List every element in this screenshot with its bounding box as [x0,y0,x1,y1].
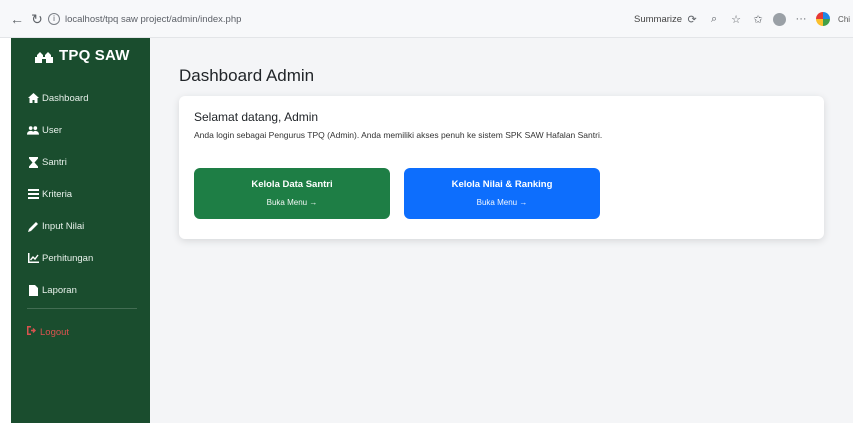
welcome-heading: Selamat datang, Admin [194,110,319,124]
kelola-nilai-ranking-button[interactable]: Kelola Nilai & Ranking Buka Menu → [404,168,600,219]
tile-subtitle: Buka Menu → [476,198,528,207]
sidebar-item-kriteria[interactable]: Kriteria [27,178,93,210]
favorites-icon[interactable]: ✩ [751,12,765,26]
sidebar-item-label: Dashboard [42,92,89,104]
logout-label: Logout [40,326,70,338]
summarize-icon: ⟳ [687,13,697,26]
sidebar-item-label: Santri [42,156,67,168]
sidebar-item-dashboard[interactable]: Dashboard [27,82,93,114]
welcome-description: Anda login sebagai Pengurus TPQ (Admin).… [194,130,603,140]
browser-tools: Summarize ⟳ ⌕ ☆ ✩ ··· Chi [634,9,850,29]
sidebar-item-label: Kriteria [42,188,73,200]
summarize-label: Summarize [634,13,683,25]
sidebar-divider [27,308,137,309]
hourglass-icon [27,156,39,168]
chart-icon [27,252,39,264]
logout-icon [27,326,37,338]
sidebar-item-label: User [42,124,63,136]
home-icon [27,92,39,104]
copilot-icon[interactable] [816,12,831,26]
sidebar-menu: Dashboard User Santri Kriteria Input Nil… [27,82,93,306]
users-icon [27,124,39,136]
sidebar-item-label: Laporan [42,284,77,296]
main-content: Dashboard Admin Selamat datang, Admin An… [150,38,853,423]
address-bar[interactable]: i localhost/tpq saw project/admin/index.… [48,9,622,29]
page-title: Dashboard Admin [179,66,315,85]
summarize-button[interactable]: Summarize ⟳ [634,12,699,26]
sidebar-item-santri[interactable]: Santri [27,146,93,178]
sidebar-item-user[interactable]: User [27,114,93,146]
sidebar: TPQ SAW Dashboard User Santri Kriteria I… [11,38,150,423]
reload-icon[interactable]: ↻ [26,8,48,30]
sidebar-item-label: Perhitungan [42,252,94,264]
kelola-data-santri-button[interactable]: Kelola Data Santri Buka Menu → [194,168,390,219]
more-icon[interactable]: ··· [794,12,808,26]
logout-link[interactable]: Logout [27,326,69,338]
welcome-card: Selamat datang, Admin Anda login sebagai… [179,96,824,239]
browser-toolbar: ← ↻ i localhost/tpq saw project/admin/in… [0,0,853,38]
sidebar-item-label: Input Nilai [42,220,85,232]
brand[interactable]: TPQ SAW [35,47,130,64]
back-icon[interactable]: ← [6,8,28,30]
profile-avatar[interactable] [773,12,787,26]
url-text: localhost/tpq saw project/admin/index.ph… [65,13,242,25]
pencil-icon [27,220,39,232]
zoom-icon[interactable]: ⌕ [707,12,721,26]
mosque-icon [35,49,53,63]
tile-title: Kelola Data Santri [251,179,333,190]
tile-title: Kelola Nilai & Ranking [451,179,553,190]
sidebar-item-perhitungan[interactable]: Perhitungan [27,242,93,274]
list-icon [27,188,39,200]
brand-label: TPQ SAW [59,47,130,64]
site-info-icon[interactable]: i [48,13,60,25]
favorite-star-icon[interactable]: ☆ [729,12,743,26]
sidebar-item-laporan[interactable]: Laporan [27,274,93,306]
sidebar-item-input-nilai[interactable]: Input Nilai [27,210,93,242]
tile-subtitle: Buka Menu → [266,198,318,207]
file-icon [27,284,39,296]
profile-label: Chi [838,14,851,24]
